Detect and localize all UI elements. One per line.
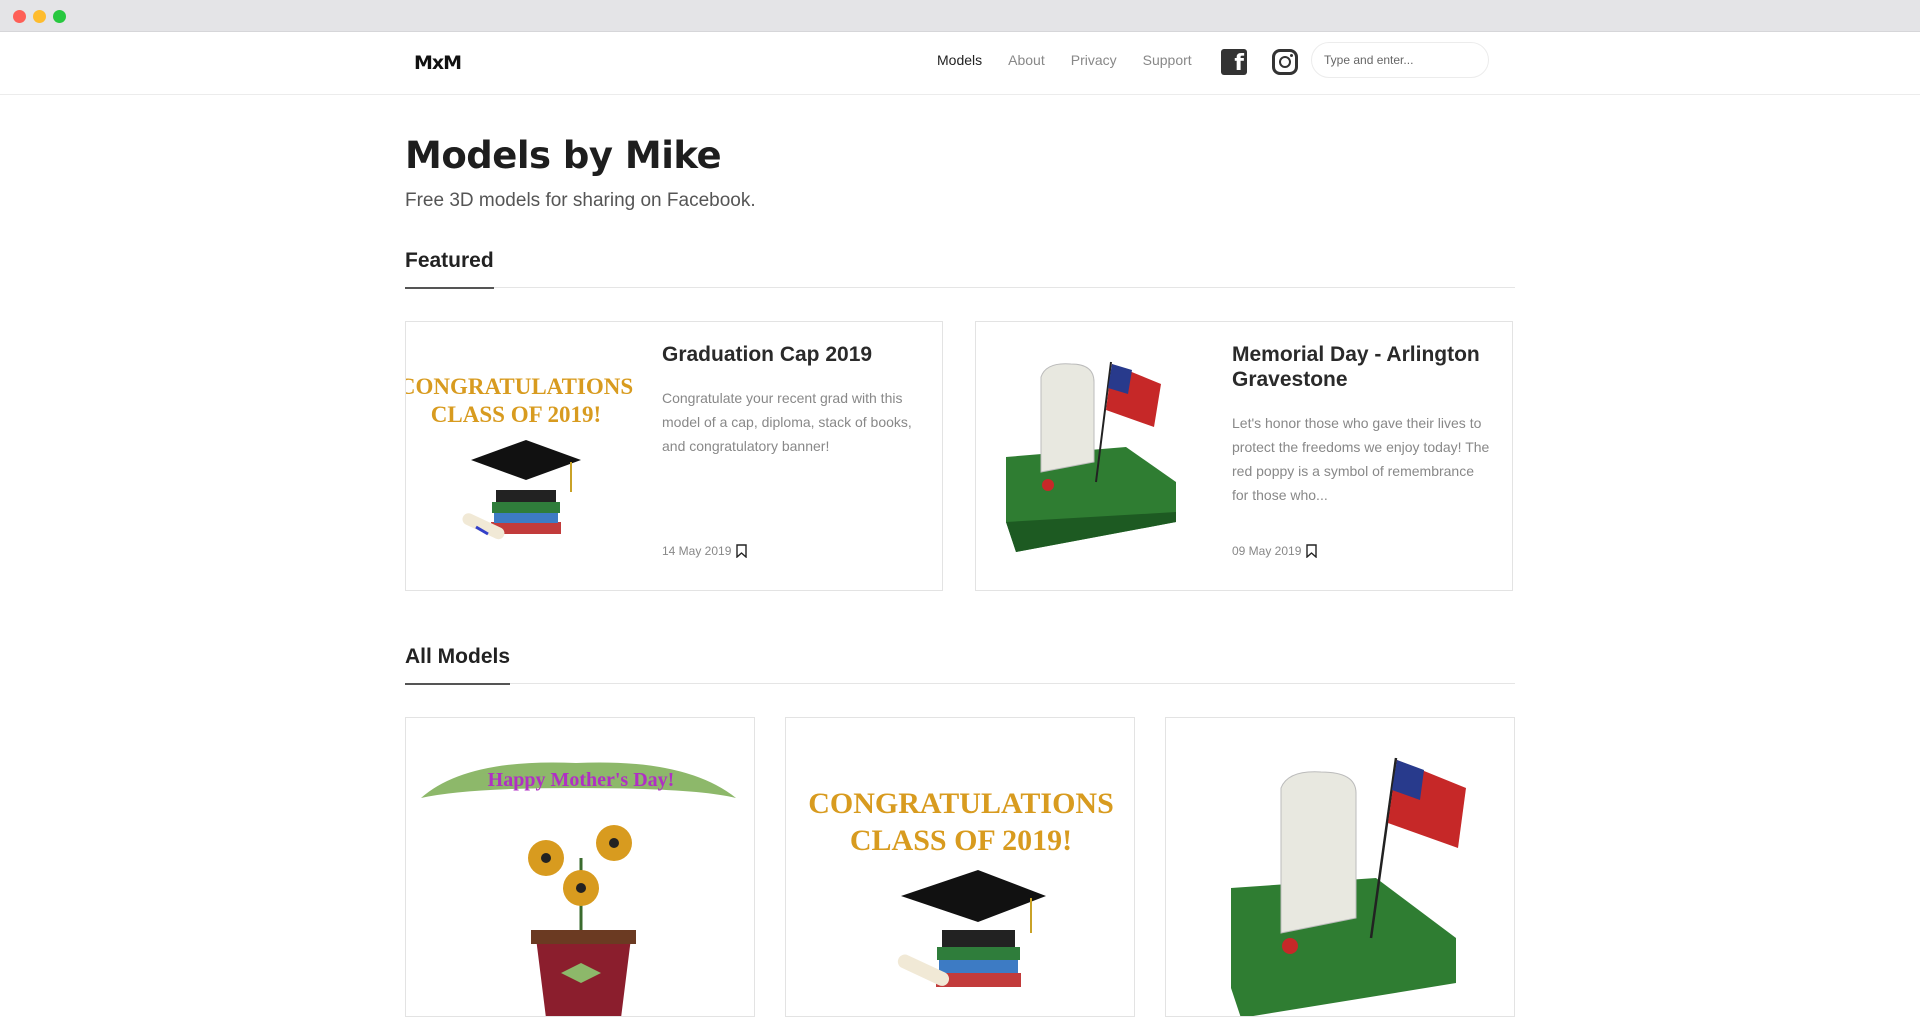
nav-privacy[interactable]: Privacy xyxy=(1071,52,1117,68)
svg-text:CONGRATULATIONS: CONGRATULATIONS xyxy=(406,374,633,399)
bookmark-icon[interactable] xyxy=(736,544,747,558)
maximize-window-button[interactable] xyxy=(53,10,66,23)
site-header: MxM Models About Privacy Support f xyxy=(0,32,1920,95)
nav-about[interactable]: About xyxy=(1008,52,1045,68)
mothers-day-thumbnail[interactable]: Happy Mother's Day! xyxy=(406,718,755,1017)
featured-card-title[interactable]: Memorial Day - Arlington Gravestone xyxy=(1232,342,1492,392)
featured-card-date: 09 May 2019 xyxy=(1232,544,1302,558)
featured-card-excerpt: Let's honor those who gave their lives t… xyxy=(1232,415,1490,503)
featured-card-date: 14 May 2019 xyxy=(662,544,732,558)
minimize-window-button[interactable] xyxy=(33,10,46,23)
site-logo[interactable]: MxM xyxy=(414,52,462,74)
featured-card-excerpt: Congratulate your recent grad with this … xyxy=(662,390,912,454)
model-card-mothers-day[interactable]: Happy Mother's Day! xyxy=(405,717,755,1017)
nav-support[interactable]: Support xyxy=(1143,52,1192,68)
featured-heading: Featured xyxy=(405,241,494,289)
featured-section-header: Featured xyxy=(405,241,1515,289)
instagram-icon[interactable] xyxy=(1272,49,1298,75)
featured-card-title[interactable]: Graduation Cap 2019 xyxy=(662,342,922,367)
search-input[interactable] xyxy=(1311,42,1489,78)
memorial-gravestone-thumbnail[interactable] xyxy=(1166,718,1515,1017)
svg-text:CONGRATULATIONS: CONGRATULATIONS xyxy=(808,787,1114,820)
memorial-gravestone-thumbnail[interactable] xyxy=(976,322,1211,590)
main-nav: Models About Privacy Support xyxy=(937,52,1192,68)
page-title: Models by Mike xyxy=(405,134,722,177)
facebook-icon[interactable]: f xyxy=(1221,49,1247,75)
nav-models[interactable]: Models xyxy=(937,52,982,68)
graduation-cap-thumbnail[interactable]: CONGRATULATIONS CLASS OF 2019! xyxy=(786,718,1135,1017)
model-card-graduation[interactable]: CONGRATULATIONS CLASS OF 2019! xyxy=(785,717,1135,1017)
bookmark-icon[interactable] xyxy=(1306,544,1317,558)
featured-card-memorial[interactable]: Memorial Day - Arlington Gravestone Let'… xyxy=(975,321,1513,591)
window-titlebar xyxy=(0,0,1920,32)
svg-text:Happy Mother's Day!: Happy Mother's Day! xyxy=(488,769,675,791)
page-tagline: Free 3D models for sharing on Facebook. xyxy=(405,190,756,211)
featured-card-graduation[interactable]: CONGRATULATIONS CLASS OF 2019! Graduatio… xyxy=(405,321,943,591)
svg-text:CLASS OF 2019!: CLASS OF 2019! xyxy=(850,824,1072,857)
close-window-button[interactable] xyxy=(13,10,26,23)
svg-text:CLASS OF 2019!: CLASS OF 2019! xyxy=(431,402,601,427)
all-models-heading: All Models xyxy=(405,637,511,685)
model-card-memorial[interactable] xyxy=(1165,717,1515,1017)
graduation-cap-thumbnail[interactable]: CONGRATULATIONS CLASS OF 2019! xyxy=(406,322,641,590)
all-models-section-header: All Models xyxy=(405,637,1515,685)
